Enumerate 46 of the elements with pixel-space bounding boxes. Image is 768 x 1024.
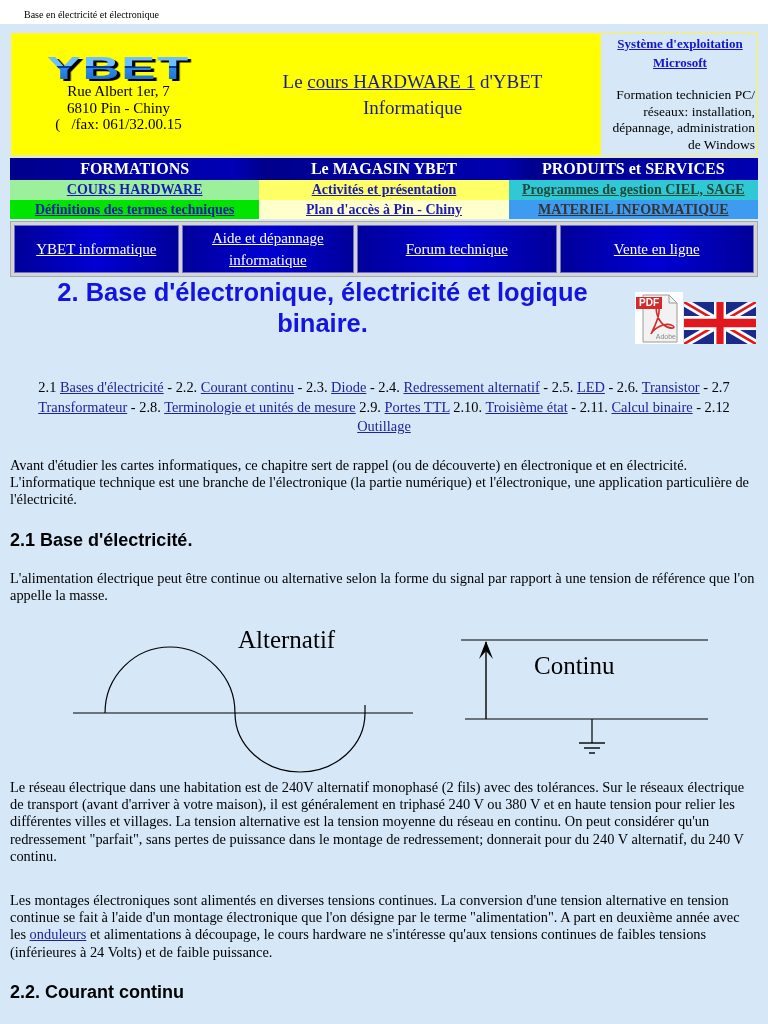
nav-button[interactable]: Aide et dépannage informatique bbox=[181, 225, 355, 273]
nav-heading: PRODUITS et SERVICES bbox=[541, 159, 726, 179]
text-link[interactable]: onduleurs bbox=[29, 926, 87, 943]
pdf-label: PDF bbox=[636, 297, 662, 309]
chapter-link[interactable]: LED bbox=[576, 379, 605, 395]
chapter-link[interactable]: Troisième état bbox=[485, 398, 568, 415]
chapter-link[interactable]: Diode bbox=[331, 379, 367, 395]
chapter-link[interactable]: Outillage bbox=[357, 418, 411, 434]
chapter-link[interactable]: Portes TTL bbox=[384, 398, 450, 415]
course-link[interactable]: cours HARDWARE 1 bbox=[307, 70, 476, 92]
chapter-link[interactable]: Bases d'électricité bbox=[59, 379, 164, 395]
body-paragraph: Le réseau électrique dans une habitation est de 240V alternatif monophasé (2 fils) avec des tolérances. Sur le réseaux électrique de transport (avant d'arriver à votre maison), il est généralement en triphasé 240 V ou 380 V et en haute tension pour relier les différentes villes et villages. La tension alternative est la tension moyenne du réseau en continu. On peut considérer qu'un redressement "parfait", sans pertes de puissance dans le montage de redressement; donnerait pour du 240 V alternatif, du 240 V continu. bbox=[10, 778, 746, 866]
nav-link[interactable]: COURS HARDWARE bbox=[10, 180, 260, 200]
nav-heading: Le MAGASIN YBET bbox=[309, 159, 459, 179]
section-heading: 2.2. Courant continu bbox=[10, 981, 185, 1004]
pdf-document-icon[interactable] bbox=[635, 292, 683, 344]
nav-heading: FORMATIONS bbox=[79, 159, 191, 179]
nav-button[interactable]: Vente en ligne bbox=[559, 225, 754, 273]
diagram-label: Continu bbox=[534, 651, 615, 679]
body-paragraph: Avant d'étudier les cartes informatiques, ce chapitre sert de rappel (ou de découverte) en électronique et en électricité. L'informatique technique est une branche de l'électronique (la partie numérique) et l'électronique, une application particulière de l'électricité. bbox=[10, 456, 750, 509]
logo: YBET bbox=[47, 56, 190, 82]
ground-symbol-icon bbox=[578, 717, 606, 754]
body-paragraph: Les montages électroniques sont alimentés en diverses tensions continues. La conversion d'une tension alternative en tension continue se fait à l'aide d'un montage électronique que l'on désigne par le terme "alimentation". A part en deuxième année avec les onduleurs et alimentations à découpage, le cours hardware ne s'intéresse qu'aux tensions continues de faibles tensions (inférieures à 24 Volts) et de faible puissance. bbox=[10, 891, 741, 962]
chapter-link[interactable]: Courant continu bbox=[200, 379, 294, 395]
diagram-label: Alternatif bbox=[238, 625, 336, 653]
chapter-link[interactable]: Calcul binaire bbox=[611, 398, 693, 415]
page-title: Base en électricité et électronique bbox=[24, 9, 159, 20]
address-text: Rue Albert 1er, 7 6810 Pin - Chiny ( /fax: 061/32.00.15 bbox=[55, 83, 182, 133]
chapter-link[interactable]: Redressement alternatif bbox=[403, 379, 540, 395]
body-paragraph: L'alimentation électrique peut être continue ou alternative selon la forme du signal par rapport à une tension de référence que l'on appelle la masse. bbox=[10, 569, 756, 605]
chapter-link[interactable]: Transistor bbox=[641, 379, 700, 395]
chapter-index: 2.1 Bases d'électricité - 2.2. Courant continu - 2.3. Diode - 2.4. Redressement alternatif - 2.5. LED - 2.6. Transistor - 2.7 Transformateur - 2.8. Terminologie et unités de mesure 2.9. Portes TTL 2.10. Troisième état - 2.11. Calcul binaire - 2.12 Outillage bbox=[37, 378, 731, 436]
tagline: Le cours HARDWARE 1 d'YBET Informatique bbox=[281, 69, 544, 120]
uk-flag-icon[interactable] bbox=[684, 302, 756, 344]
chapter-link[interactable]: Terminologie et unités de mesure bbox=[164, 398, 356, 415]
side-description: Formation technicien PC/ réseaux: installation, dépannage, administration de Windows bbox=[611, 87, 755, 153]
nav-button[interactable]: YBET informatique bbox=[14, 225, 179, 273]
page-heading: 2. Base d'électronique, électricité et logique binaire. bbox=[56, 277, 589, 339]
section-heading: 2.1 Base d'électricité. bbox=[10, 528, 194, 551]
nav-link[interactable]: Plan d'accès à Pin - Chiny bbox=[259, 199, 509, 219]
nav-link[interactable]: Définitions des termes techniques bbox=[10, 199, 260, 219]
nav-link[interactable]: Activités et présentation bbox=[259, 180, 509, 200]
os-link[interactable]: Système d'exploitation Microsoft bbox=[605, 34, 755, 72]
nav-link[interactable]: Programmes de gestion CIEL, SAGE bbox=[508, 180, 758, 200]
chapter-link[interactable]: Transformateur bbox=[38, 398, 128, 415]
nav-button[interactable]: Forum technique bbox=[357, 225, 557, 273]
